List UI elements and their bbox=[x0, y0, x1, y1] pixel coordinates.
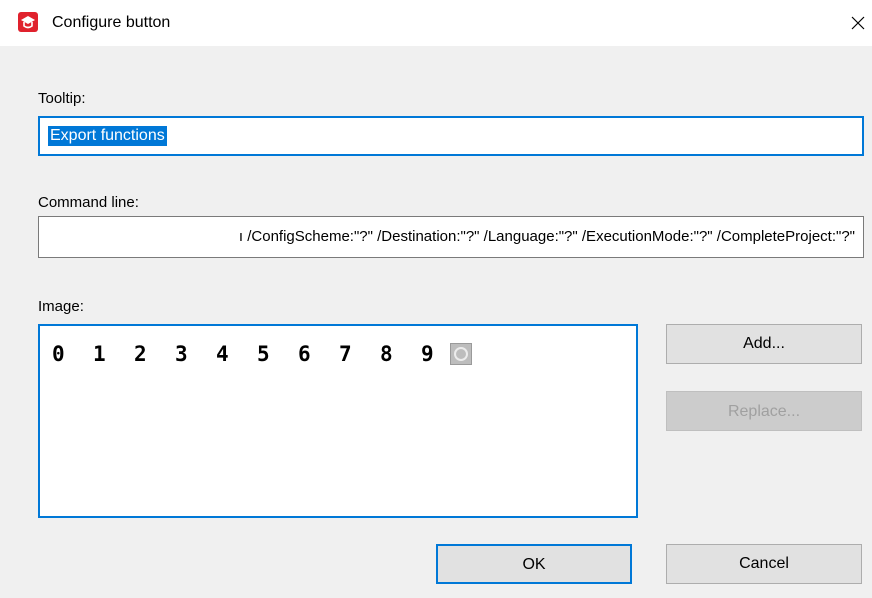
image-placeholder-icon[interactable] bbox=[450, 343, 472, 365]
configure-button-dialog: Configure button Tooltip: Export functio… bbox=[0, 0, 872, 598]
cancel-button[interactable]: Cancel bbox=[666, 544, 862, 584]
close-button[interactable] bbox=[838, 0, 872, 46]
window-title: Configure button bbox=[52, 14, 171, 31]
title-bar: Configure button bbox=[0, 0, 872, 46]
image-item-0[interactable]: 0 bbox=[52, 342, 82, 366]
image-item-7[interactable]: 7 bbox=[339, 342, 369, 366]
image-item-5[interactable]: 5 bbox=[257, 342, 287, 366]
command-line-label: Command line: bbox=[38, 194, 139, 211]
image-item-4[interactable]: 4 bbox=[216, 342, 246, 366]
app-icon bbox=[18, 12, 38, 32]
image-item-9[interactable]: 9 bbox=[421, 342, 451, 366]
image-label: Image: bbox=[38, 298, 84, 315]
image-item-2[interactable]: 2 bbox=[134, 342, 164, 366]
tooltip-input[interactable]: Export functions bbox=[38, 116, 864, 156]
ok-button[interactable]: OK bbox=[436, 544, 632, 584]
image-row: 0 1 2 3 4 5 6 7 8 9 bbox=[52, 342, 472, 366]
image-item-8[interactable]: 8 bbox=[380, 342, 410, 366]
image-item-6[interactable]: 6 bbox=[298, 342, 328, 366]
image-item-1[interactable]: 1 bbox=[93, 342, 123, 366]
command-line-input[interactable]: ı /ConfigScheme:"?" /Destination:"?" /La… bbox=[38, 216, 864, 258]
tooltip-label: Tooltip: bbox=[38, 90, 86, 107]
image-item-3[interactable]: 3 bbox=[175, 342, 205, 366]
replace-button[interactable]: Replace... bbox=[666, 391, 862, 431]
command-line-value: ı /ConfigScheme:"?" /Destination:"?" /La… bbox=[238, 228, 855, 245]
close-icon bbox=[851, 16, 865, 30]
add-button[interactable]: Add... bbox=[666, 324, 862, 364]
tooltip-value: Export functions bbox=[48, 126, 167, 146]
image-list[interactable]: 0 1 2 3 4 5 6 7 8 9 bbox=[38, 324, 638, 518]
